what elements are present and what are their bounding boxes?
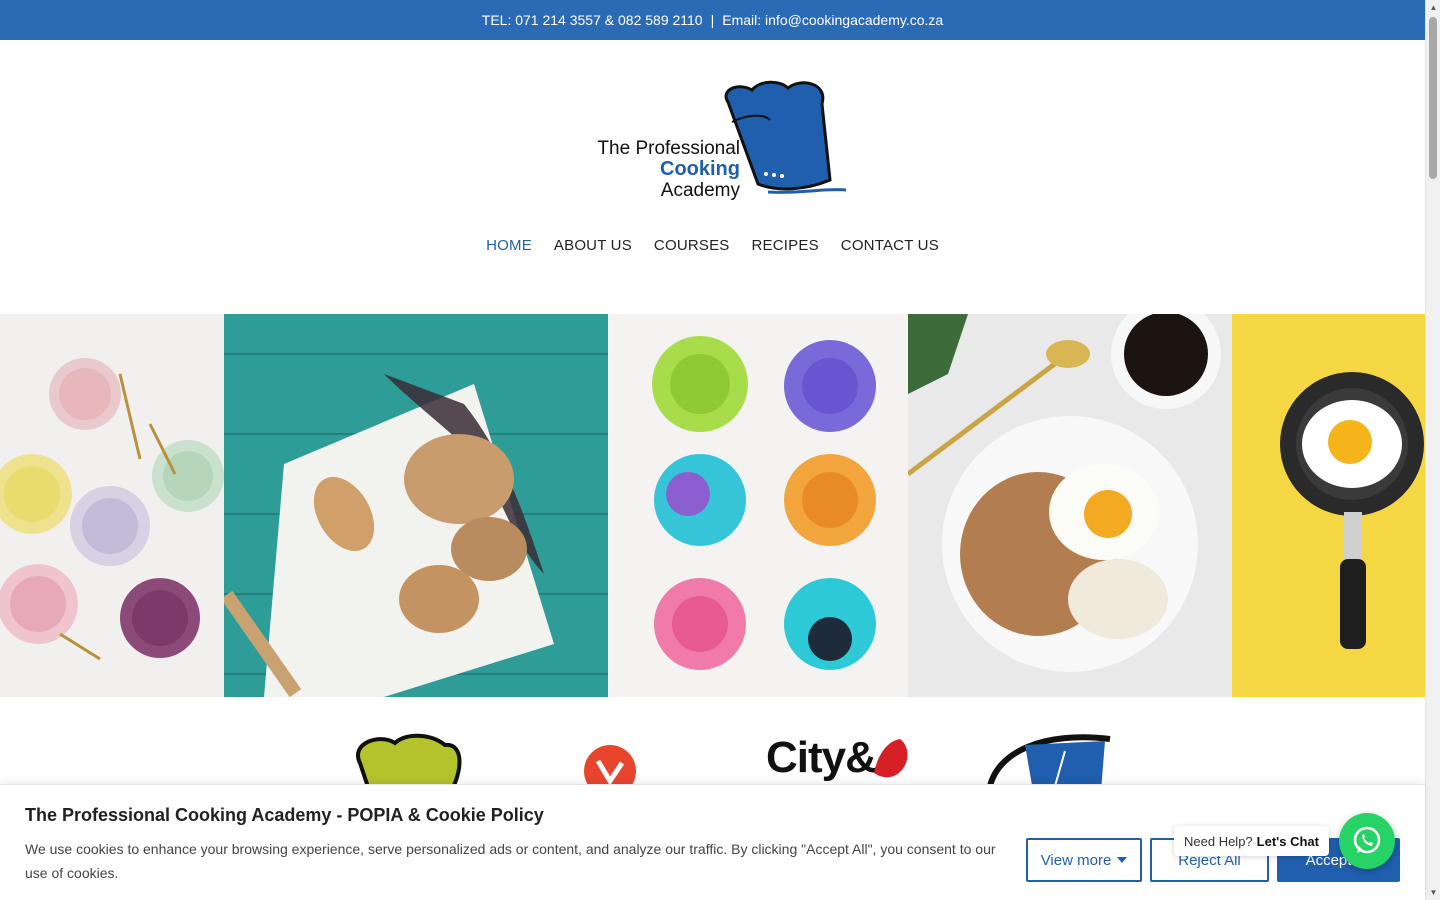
nav-contact-us[interactable]: CONTACT US	[841, 237, 939, 254]
nav-about-us[interactable]: ABOUT US	[554, 237, 632, 254]
nav-home[interactable]: HOME	[486, 237, 532, 254]
view-more-label: View more	[1040, 851, 1112, 869]
hero-image-strip	[0, 314, 1425, 697]
caret-down-icon	[1117, 857, 1128, 863]
nav-courses[interactable]: COURSES	[654, 237, 730, 254]
scroll-down-icon[interactable]: ▼	[1426, 885, 1440, 900]
chat-prompt-bubble[interactable]: Need Help? Let's Chat	[1174, 826, 1329, 856]
site-logo[interactable]: The Professional Cooking Academy	[588, 80, 850, 210]
cookie-title: The Professional Cooking Academy - POPIA…	[25, 805, 544, 825]
page-scrollbar[interactable]: ▲ ▼	[1425, 0, 1440, 900]
hero-image-egg-pan	[1232, 314, 1425, 697]
hero-image-cupcakes	[608, 314, 908, 697]
view-more-button[interactable]: View more	[1026, 838, 1142, 882]
partner-logo-academy-hat	[986, 734, 1111, 791]
topbar-email[interactable]: Email: info@cookingacademy.co.za	[722, 12, 943, 28]
hero-image-breakfast-plate	[908, 314, 1232, 697]
scroll-up-icon[interactable]: ▲	[1426, 0, 1440, 15]
topbar-phone: TEL: 071 214 3557 & 082 589 2110	[481, 12, 703, 28]
cookie-text: We use cookies to enhance your browsing …	[25, 841, 996, 881]
topbar-separator: |	[710, 12, 715, 28]
partner-logo-city-guilds: City&	[766, 733, 912, 783]
lion-icon	[873, 739, 908, 778]
main-nav: HOME ABOUT US COURSES RECIPES CONTACT US	[0, 237, 1425, 254]
chef-hat-icon	[724, 80, 847, 194]
chat-cta: Let's Chat	[1256, 833, 1319, 849]
whatsapp-icon	[1353, 826, 1381, 854]
hero-image-frosting-bowls	[0, 314, 224, 697]
nav-recipes[interactable]: RECIPES	[752, 237, 819, 254]
contact-topbar: TEL: 071 214 3557 & 082 589 2110 | Email…	[0, 0, 1425, 40]
city-guilds-text: City&	[766, 733, 877, 782]
partner-logos: City&	[0, 725, 1425, 797]
scrollbar-thumb[interactable]	[1429, 17, 1437, 179]
chat-prefix: Need Help?	[1184, 833, 1253, 849]
whatsapp-chat-button[interactable]	[1339, 813, 1395, 869]
hero-image-cookies-honey	[224, 314, 608, 697]
